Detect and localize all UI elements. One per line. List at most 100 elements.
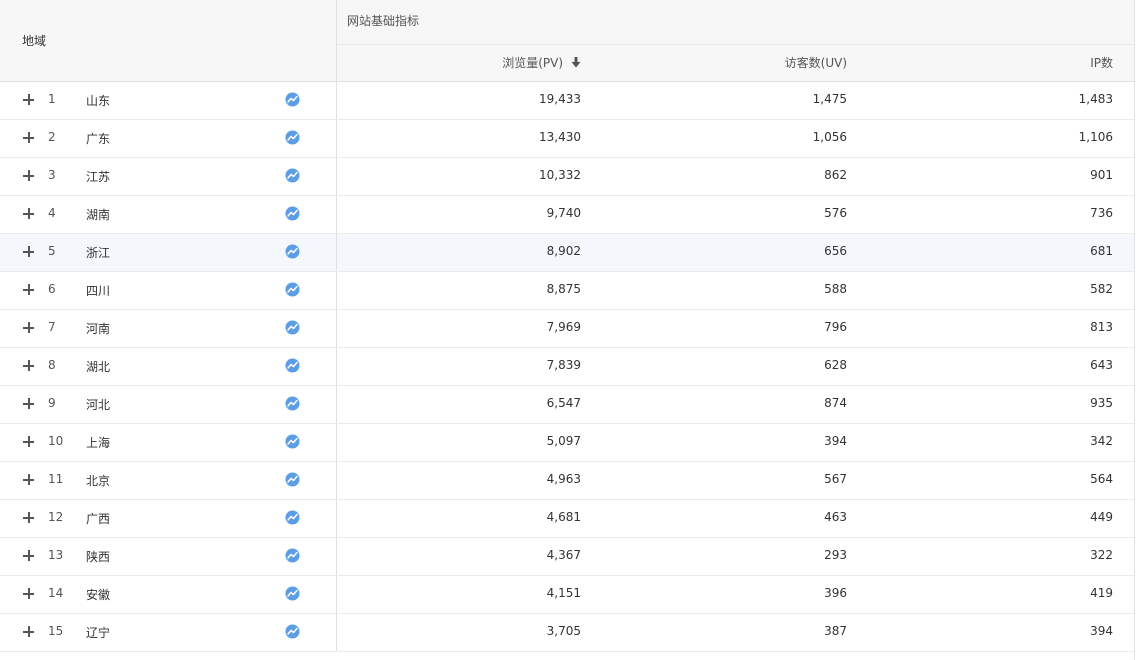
region-cell: 11 北京 (0, 462, 337, 499)
pv-value: 6,547 (546, 396, 581, 410)
pv-column-header[interactable]: 浏览量(PV) (337, 45, 581, 81)
region-cell: 10 上海 (0, 424, 337, 461)
province-name: 北京 (86, 474, 111, 488)
table-row[interactable]: 6 四川 8,875 588 582 (0, 272, 1134, 310)
trend-chart-icon[interactable] (285, 548, 300, 563)
uv-value: 293 (824, 548, 847, 562)
uv-value: 1,475 (812, 92, 847, 106)
ip-value: 564 (1090, 472, 1113, 486)
trend-chart-icon[interactable] (285, 206, 300, 221)
plus-icon[interactable] (22, 473, 36, 487)
ip-value: 582 (1090, 282, 1113, 296)
trend-chart-icon[interactable] (285, 586, 300, 601)
pv-value: 4,151 (546, 586, 581, 600)
region-header-cell: 地域 (0, 0, 337, 81)
trend-chart-icon[interactable] (285, 92, 300, 107)
pv-value: 8,902 (546, 244, 581, 258)
trend-chart-icon[interactable] (285, 510, 300, 525)
table-row[interactable]: 11 北京 4,963 567 564 (0, 462, 1134, 500)
region-cell: 8 湖北 (0, 348, 337, 385)
province-name: 湖南 (86, 208, 111, 222)
ip-value: 1,106 (1078, 130, 1113, 144)
table-row[interactable]: 12 广西 4,681 463 449 (0, 500, 1134, 538)
ip-header-label: IP数 (1090, 56, 1113, 70)
pv-value: 19,433 (539, 92, 581, 106)
pv-value: 9,740 (546, 206, 581, 220)
ip-value: 394 (1090, 624, 1113, 638)
table-row[interactable]: 14 安徽 4,151 396 419 (0, 576, 1134, 614)
pv-value: 7,839 (546, 358, 581, 372)
table-row[interactable]: 3 江苏 10,332 862 901 (0, 158, 1134, 196)
arrow-down-icon[interactable] (571, 57, 581, 68)
plus-icon[interactable] (22, 207, 36, 221)
region-stats-table: 地域 网站基础指标 浏览量(PV) 访客数(UV) IP数 1 山东 19,43… (0, 0, 1140, 660)
row-rank: 1 (48, 92, 56, 106)
plus-icon[interactable] (22, 625, 36, 639)
table-row[interactable]: 13 陕西 4,367 293 322 (0, 538, 1134, 576)
region-cell: 12 广西 (0, 500, 337, 537)
trend-chart-icon[interactable] (285, 396, 300, 411)
ip-value: 419 (1090, 586, 1113, 600)
trend-chart-icon[interactable] (285, 282, 300, 297)
table-row[interactable]: 10 上海 5,097 394 342 (0, 424, 1134, 462)
pv-value: 3,705 (546, 624, 581, 638)
table-row[interactable]: 8 湖北 7,839 628 643 (0, 348, 1134, 386)
plus-icon[interactable] (22, 435, 36, 449)
region-cell: 7 河南 (0, 310, 337, 347)
plus-icon[interactable] (22, 397, 36, 411)
trend-chart-icon[interactable] (285, 434, 300, 449)
uv-value: 387 (824, 624, 847, 638)
region-header-label: 地域 (22, 34, 47, 48)
plus-icon[interactable] (22, 511, 36, 525)
trend-chart-icon[interactable] (285, 168, 300, 183)
trend-chart-icon[interactable] (285, 358, 300, 373)
plus-icon[interactable] (22, 245, 36, 259)
plus-icon[interactable] (22, 169, 36, 183)
table-header: 地域 网站基础指标 浏览量(PV) 访客数(UV) IP数 (0, 0, 1134, 82)
table-row[interactable]: 9 河北 6,547 874 935 (0, 386, 1134, 424)
plus-icon[interactable] (22, 359, 36, 373)
province-name: 江苏 (86, 170, 111, 184)
ip-value: 813 (1090, 320, 1113, 334)
province-name: 山东 (86, 94, 111, 108)
table-row[interactable]: 15 辽宁 3,705 387 394 (0, 614, 1134, 652)
plus-icon[interactable] (22, 93, 36, 107)
row-rank: 7 (48, 320, 56, 334)
pv-value: 4,963 (546, 472, 581, 486)
plus-icon[interactable] (22, 321, 36, 335)
trend-chart-icon[interactable] (285, 624, 300, 639)
ip-column-header[interactable]: IP数 (847, 45, 1113, 81)
metrics-group-header: 网站基础指标 (337, 0, 1134, 45)
table-row[interactable]: 1 山东 19,433 1,475 1,483 (0, 82, 1134, 120)
row-rank: 5 (48, 244, 56, 258)
trend-chart-icon[interactable] (285, 320, 300, 335)
trend-chart-icon[interactable] (285, 130, 300, 145)
province-name: 安徽 (86, 588, 111, 602)
plus-icon[interactable] (22, 587, 36, 601)
plus-icon[interactable] (22, 131, 36, 145)
table-row[interactable]: 5 浙江 8,902 656 681 (0, 234, 1134, 272)
row-rank: 15 (48, 624, 64, 638)
uv-column-header[interactable]: 访客数(UV) (581, 45, 847, 81)
ip-value: 1,483 (1078, 92, 1113, 106)
region-cell: 9 河北 (0, 386, 337, 423)
pv-value: 10,332 (539, 168, 581, 182)
table-row[interactable]: 2 广东 13,430 1,056 1,106 (0, 120, 1134, 158)
region-cell: 5 浙江 (0, 234, 337, 271)
table-row[interactable]: 7 河南 7,969 796 813 (0, 310, 1134, 348)
region-cell: 4 湖南 (0, 196, 337, 233)
ip-value: 935 (1090, 396, 1113, 410)
province-name: 广东 (86, 132, 111, 146)
trend-chart-icon[interactable] (285, 244, 300, 259)
uv-value: 628 (824, 358, 847, 372)
row-rank: 3 (48, 168, 56, 182)
plus-icon[interactable] (22, 549, 36, 563)
row-rank: 4 (48, 206, 56, 220)
table-row[interactable]: 4 湖南 9,740 576 736 (0, 196, 1134, 234)
uv-value: 394 (824, 434, 847, 448)
row-rank: 10 (48, 434, 64, 448)
trend-chart-icon[interactable] (285, 472, 300, 487)
uv-value: 796 (824, 320, 847, 334)
ip-value: 736 (1090, 206, 1113, 220)
plus-icon[interactable] (22, 283, 36, 297)
